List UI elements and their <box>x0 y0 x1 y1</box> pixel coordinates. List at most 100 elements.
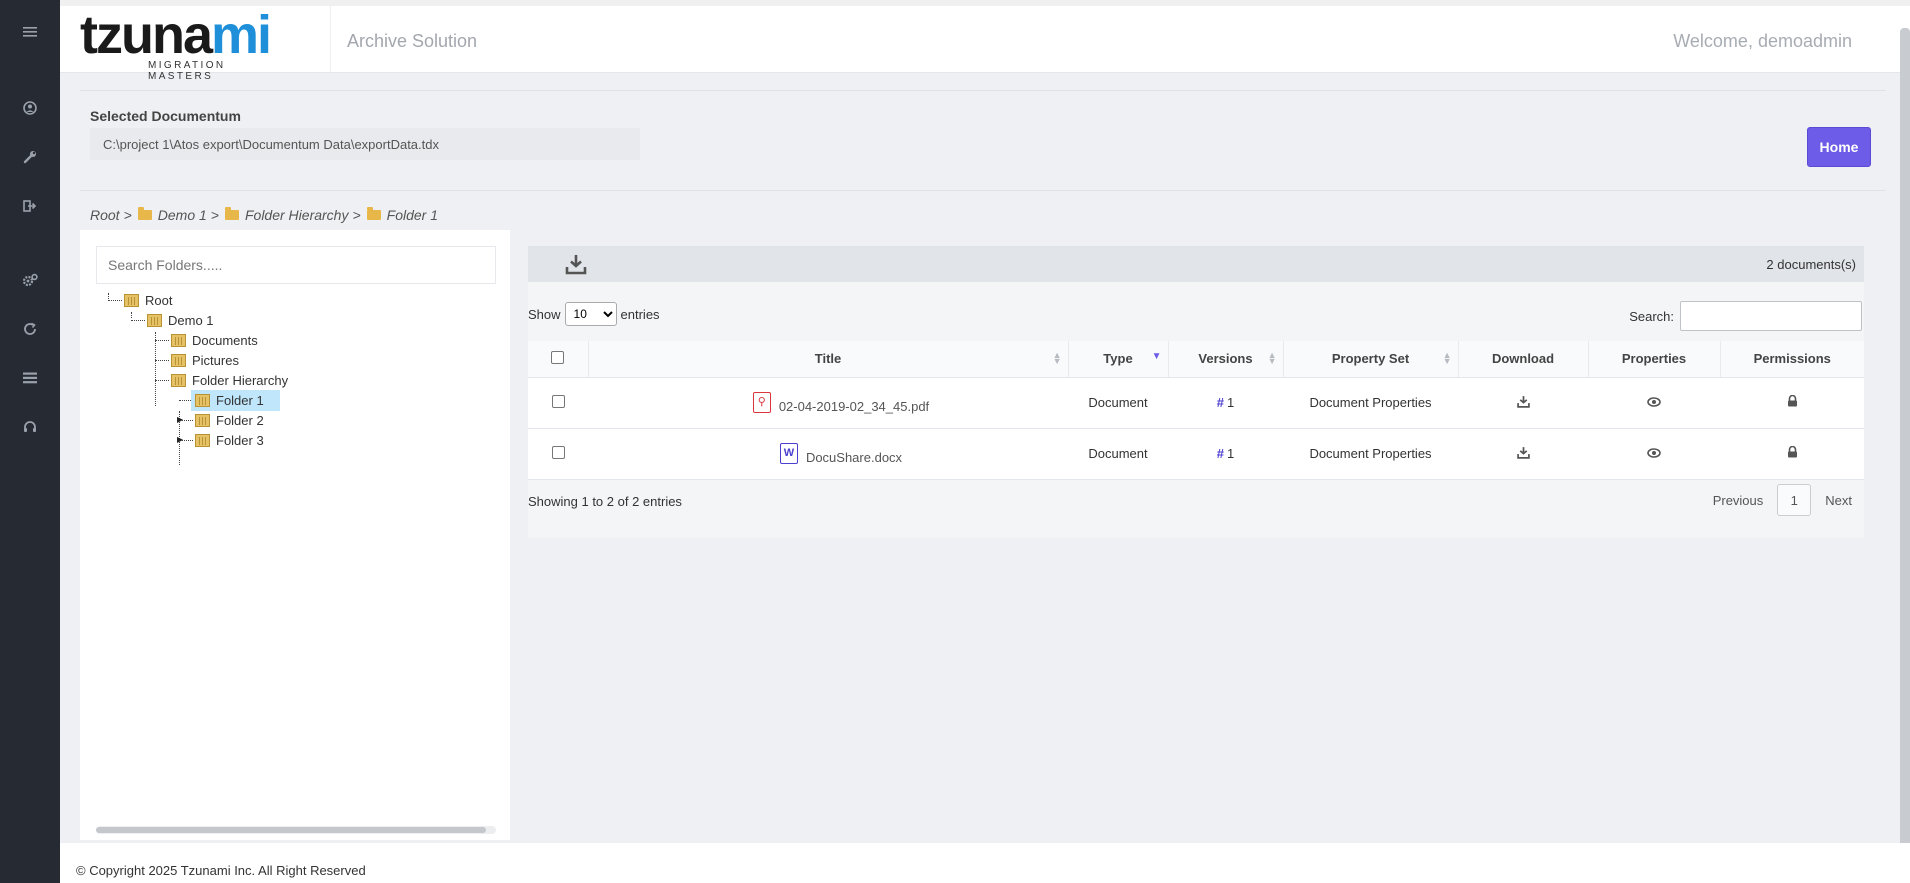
row-checkbox[interactable] <box>551 445 565 459</box>
table-header-row: Title ▲ ▼ Type ▼ Versions ▲ ▼ Property Set ▲ ▼ … <box>528 341 1864 378</box>
folder-icon <box>171 373 186 387</box>
column-property-set[interactable]: Property Set ▲ ▼ <box>1283 341 1459 378</box>
file-name[interactable]: 02-04-2019-02_34_45.pdf <box>779 399 929 414</box>
versions-cell[interactable]: #1 <box>1168 428 1283 480</box>
sign-out-icon[interactable] <box>0 192 60 220</box>
download-cell <box>1458 377 1588 429</box>
eye-icon[interactable] <box>1647 397 1661 407</box>
entries-per-page-select[interactable]: 10 <box>564 302 617 326</box>
tree-node-folder-1[interactable]: Folder 1 <box>179 389 280 411</box>
download-icon[interactable] <box>1516 446 1530 459</box>
row-checkbox-cell <box>528 377 588 429</box>
column-label: Permissions <box>1753 351 1831 367</box>
tree-node-label: Demo 1 <box>168 312 214 328</box>
selected-documentum-path: C:\project 1\Atos export\Documentum Data… <box>90 128 640 160</box>
tree-node-label: Root <box>145 292 173 308</box>
previous-page-button[interactable]: Previous <box>1713 493 1764 508</box>
tree-node-documents[interactable]: Documents <box>155 329 258 351</box>
tree-node-label: Folder 1 <box>216 392 264 408</box>
eye-icon[interactable] <box>1647 448 1661 458</box>
header-divider <box>330 6 331 73</box>
versions-cell[interactable]: #1 <box>1168 377 1283 429</box>
folder-icon <box>171 353 186 367</box>
hash-icon: # <box>1216 395 1224 410</box>
selected-documentum-panel: Selected Documentum C:\project 1\Atos ex… <box>80 90 1886 190</box>
table-search-input[interactable] <box>1680 301 1862 331</box>
user-icon[interactable] <box>0 94 60 122</box>
tree-node-folder-hierarchy[interactable]: Folder Hierarchy <box>155 369 288 391</box>
breadcrumb-separator: > <box>352 207 361 223</box>
title-cell[interactable]: ⚲ 02-04-2019-02_34_45.pdf <box>588 377 1068 429</box>
logo-text-accent: mi <box>211 5 272 65</box>
expand-arrow-icon[interactable]: ▶ <box>177 435 183 444</box>
sidebar <box>0 0 60 883</box>
table-row[interactable]: W DocuShare.docx Document #1 Document Pro… <box>528 428 1864 480</box>
folder-open-icon <box>224 207 239 220</box>
permissions-cell <box>1720 377 1864 429</box>
menu-icon[interactable] <box>0 18 60 46</box>
welcome-user[interactable]: Welcome, demoadmin <box>1673 31 1852 52</box>
entries-label: entries <box>620 306 660 322</box>
refresh-icon[interactable] <box>0 315 60 343</box>
table-row[interactable]: ⚲ 02-04-2019-02_34_45.pdf Document #1 Doc… <box>528 377 1864 429</box>
documents-panel: 2 documents(s) Show 10 entries Search: T… <box>528 246 1864 538</box>
file-name[interactable]: DocuShare.docx <box>806 450 902 465</box>
folder-icon <box>147 313 162 327</box>
headset-icon[interactable] <box>0 413 60 441</box>
folder-icon <box>124 293 139 307</box>
section-divider <box>80 190 1886 191</box>
row-checkbox[interactable] <box>551 394 565 408</box>
show-label: Show <box>528 306 561 322</box>
folder-search-input[interactable] <box>96 246 496 284</box>
wrench-icon[interactable] <box>0 143 60 171</box>
table-search: Search: <box>1629 301 1862 331</box>
sort-icon: ▲ ▼ <box>1267 350 1277 366</box>
tree-node-folder-3[interactable]: ▶ Folder 3 <box>177 429 264 451</box>
permissions-cell <box>1720 428 1864 480</box>
type-cell: Document <box>1068 428 1168 480</box>
tree-node-pictures[interactable]: Pictures <box>155 349 239 371</box>
lock-icon[interactable] <box>1787 394 1798 407</box>
word-file-icon: W <box>779 443 798 464</box>
title-cell[interactable]: W DocuShare.docx <box>588 428 1068 480</box>
scrollbar-thumb[interactable] <box>96 827 486 833</box>
page-scrollbar[interactable] <box>1900 28 1910 876</box>
page-number-button[interactable]: 1 <box>1777 484 1812 516</box>
expand-arrow-icon[interactable]: ▶ <box>177 415 183 424</box>
breadcrumb-root[interactable]: Root <box>90 207 120 223</box>
tree-node-folder-2[interactable]: ▶ Folder 2 <box>177 409 264 431</box>
property-set-cell: Document Properties <box>1283 377 1458 429</box>
download-all-icon[interactable] <box>564 252 588 276</box>
breadcrumb-item[interactable]: Folder Hierarchy <box>245 207 348 223</box>
pagination: Previous 1 Next <box>1713 484 1852 516</box>
folder-icon <box>195 433 210 447</box>
logo-text: tzuna <box>80 5 213 65</box>
tzunami-logo[interactable]: tzunami MIGRATION MASTERS <box>80 5 272 82</box>
folder-open-icon <box>366 207 381 220</box>
hash-icon: # <box>1216 446 1224 461</box>
column-label: Properties <box>1621 351 1687 367</box>
download-icon[interactable] <box>1516 395 1530 408</box>
tree-node-label: Documents <box>192 332 258 348</box>
breadcrumb: Root > Demo 1 > Folder Hierarchy > Folde… <box>90 207 438 223</box>
next-page-button[interactable]: Next <box>1825 493 1852 508</box>
tree-node-root[interactable]: Root <box>108 289 172 311</box>
lock-icon[interactable] <box>1787 445 1798 458</box>
tree-node-demo-1[interactable]: Demo 1 <box>131 309 214 331</box>
version-count: 1 <box>1227 395 1235 410</box>
column-versions[interactable]: Versions ▲ ▼ <box>1168 341 1284 378</box>
column-type[interactable]: Type ▼ <box>1068 341 1169 378</box>
column-permissions: Permissions <box>1720 341 1864 378</box>
breadcrumb-item[interactable]: Demo 1 <box>158 207 207 223</box>
breadcrumb-item[interactable]: Folder 1 <box>387 207 438 223</box>
cogs-icon[interactable] <box>0 266 60 294</box>
tree-horizontal-scrollbar[interactable] <box>96 826 496 834</box>
tree-node-label: Folder 3 <box>216 432 264 448</box>
column-label: Type <box>1103 351 1133 367</box>
home-button[interactable]: Home <box>1807 127 1871 167</box>
column-title[interactable]: Title ▲ ▼ <box>588 341 1069 378</box>
list-icon[interactable] <box>0 364 60 392</box>
select-all-checkbox[interactable] <box>551 350 565 364</box>
download-cell <box>1458 428 1588 480</box>
column-properties: Properties <box>1588 341 1721 378</box>
